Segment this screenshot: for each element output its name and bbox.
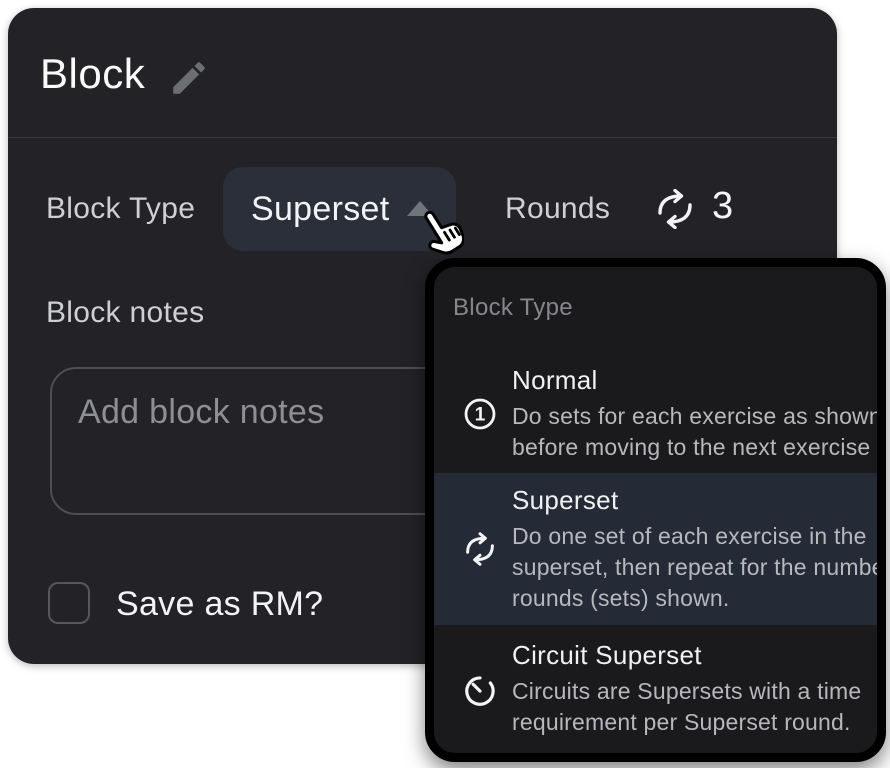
menu-item-desc-line: before moving to the next exercise bbox=[512, 432, 859, 463]
rounds-value[interactable]: 3 bbox=[712, 184, 733, 228]
menu-item-desc-line: Do sets for each exercise as shown, bbox=[512, 401, 859, 432]
save-rm-checkbox[interactable] bbox=[48, 582, 90, 624]
block-type-label: Block Type bbox=[46, 192, 195, 226]
card-header: Block bbox=[8, 8, 837, 138]
save-rm-label: Save as RM? bbox=[116, 584, 323, 624]
menu-header: Block Type bbox=[453, 293, 877, 323]
page: Block Block Type Superset Rounds 3 Block… bbox=[0, 0, 890, 768]
number-one-circle-icon: 1 bbox=[452, 396, 508, 432]
menu-item-text: Circuit Superset Circuits are Supersets … bbox=[508, 640, 859, 738]
menu-item-desc-line: requirement per Superset round. bbox=[512, 707, 859, 738]
menu-item-superset[interactable]: Superset Do one set of each exercise in … bbox=[434, 473, 877, 625]
rounds-label: Rounds bbox=[505, 192, 610, 226]
menu-item-text: Superset Do one set of each exercise in … bbox=[508, 485, 859, 614]
menu-item-desc-line: superset, then repeat for the number of bbox=[512, 552, 859, 583]
menu-item-normal[interactable]: 1 Normal Do sets for each exercise as sh… bbox=[434, 355, 877, 473]
block-type-menu: Block Type 1 Normal Do sets for each exe… bbox=[425, 258, 886, 762]
page-title: Block bbox=[40, 50, 145, 98]
menu-item-title: Superset bbox=[512, 485, 859, 515]
block-type-dropdown[interactable]: Superset bbox=[223, 167, 456, 251]
block-notes-label: Block notes bbox=[46, 296, 204, 330]
menu-item-desc-line: rounds (sets) shown. bbox=[512, 583, 859, 614]
pencil-icon[interactable] bbox=[168, 56, 210, 100]
menu-item-text: Normal Do sets for each exercise as show… bbox=[508, 365, 859, 463]
repeat-icon bbox=[652, 189, 698, 229]
menu-item-circuit-superset[interactable]: Circuit Superset Circuits are Supersets … bbox=[434, 625, 877, 753]
menu-item-desc-line: Do one set of each exercise in the bbox=[512, 521, 859, 552]
timer-icon bbox=[452, 670, 508, 708]
block-type-value: Superset bbox=[251, 190, 389, 229]
caret-up-icon bbox=[407, 201, 433, 216]
svg-text:1: 1 bbox=[475, 405, 486, 426]
repeat-icon bbox=[452, 532, 508, 566]
menu-item-desc-line: Circuits are Supersets with a time bbox=[512, 676, 859, 707]
menu-item-title: Normal bbox=[512, 365, 859, 395]
menu-item-title: Circuit Superset bbox=[512, 640, 859, 670]
